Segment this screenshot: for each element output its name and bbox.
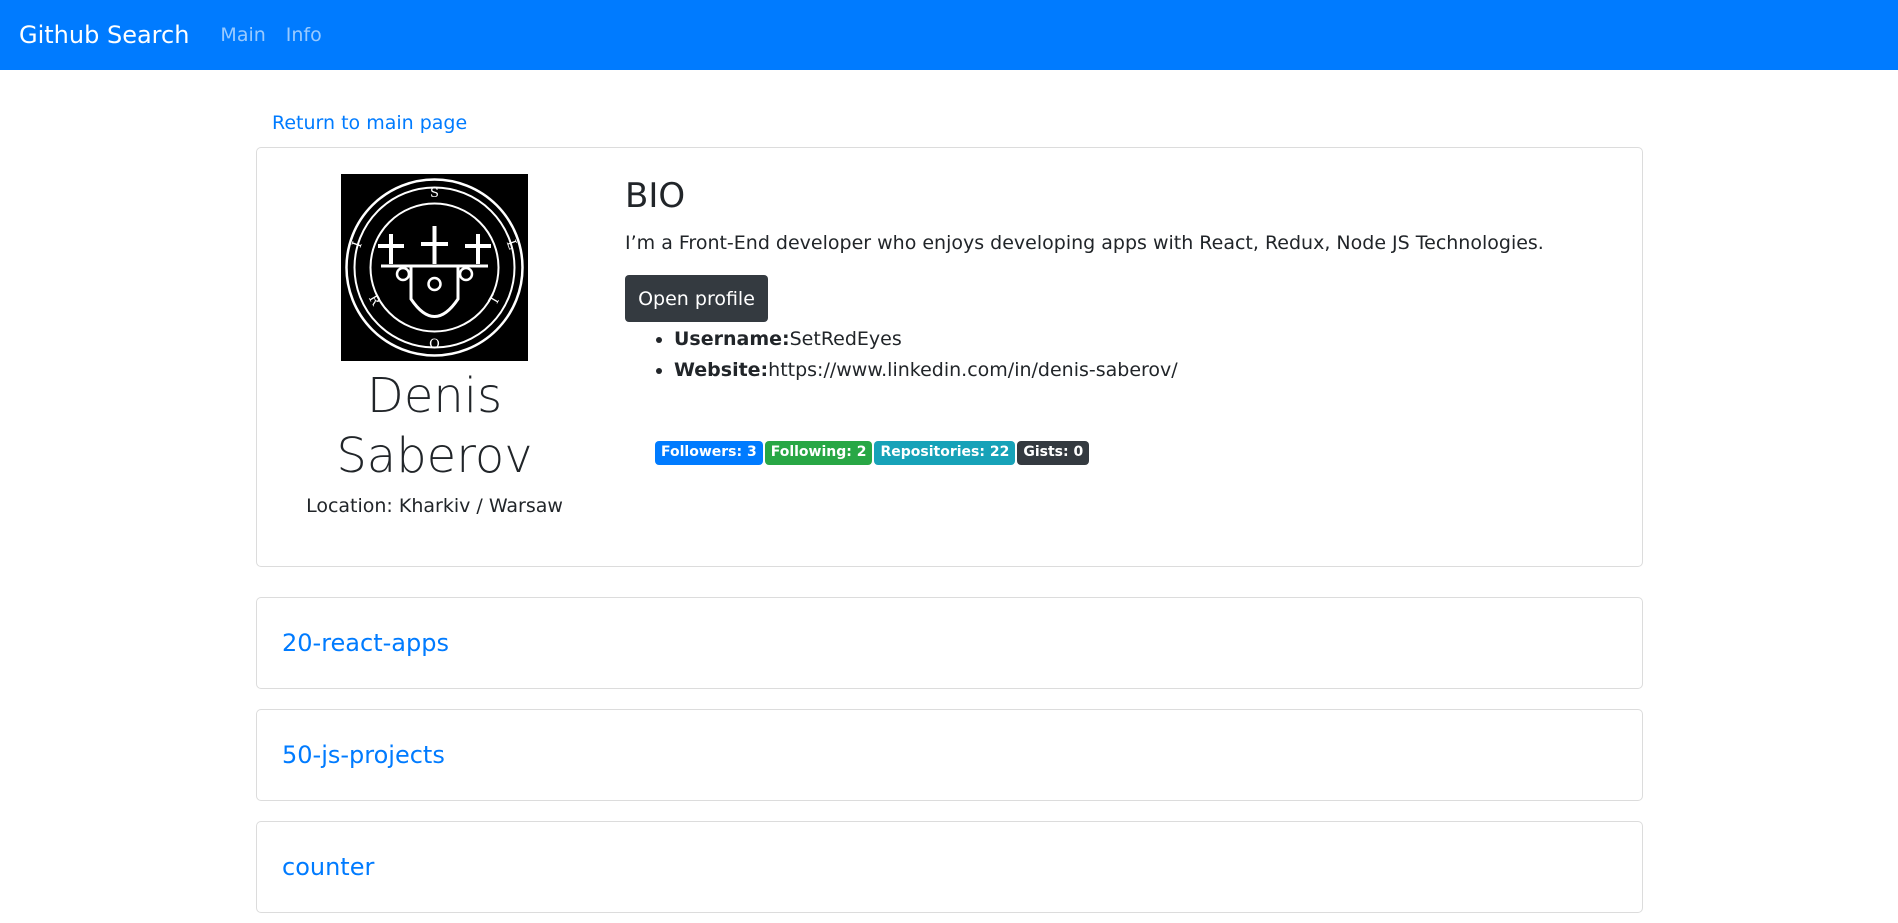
nav-link-info[interactable]: Info [286,24,322,46]
username-value: SetRedEyes [789,328,902,350]
username-label: Username: [674,328,790,350]
profile-name: Denis Saberov [336,368,533,484]
bio-text: I’m a Front-End developer who enjoys dev… [625,232,1544,254]
brand-link[interactable]: Github Search [19,21,189,49]
return-to-main-link[interactable]: Return to main page [272,112,467,134]
website-value: https://www.linkedin.com/in/denis-sabero… [768,359,1178,381]
repo-link-20-react-apps[interactable]: 20-react-apps [282,629,449,657]
sigil-avatar-icon: S R O T I L [341,174,528,361]
svg-text:S: S [430,186,439,201]
navbar: Github Search Main Info [0,0,1898,70]
repo-card: 50-js-projects [256,709,1643,801]
repo-card: counter [256,821,1643,913]
svg-text:O: O [429,337,440,352]
profile-info-list: Username:SetRedEyes Website:https://www.… [650,324,1178,386]
repo-card: 20-react-apps [256,597,1643,689]
avatar-image: S R O T I L [341,174,528,361]
followers-badge: Followers: 3 [655,441,763,465]
bio-heading: BIO [625,176,686,216]
repo-link-50-js-projects[interactable]: 50-js-projects [282,741,445,769]
profile-card: S R O T I L Denis Saberov Location: Khar… [256,147,1643,567]
nav-link-main[interactable]: Main [220,24,265,46]
repo-link-counter[interactable]: counter [282,853,374,881]
profile-location: Location: Kharkiv / Warsaw [306,495,563,517]
gists-badge: Gists: 0 [1017,441,1090,465]
username-item: Username:SetRedEyes [674,324,1178,355]
open-profile-button[interactable]: Open profile [625,275,768,322]
repositories-badge: Repositories: 22 [874,441,1016,465]
website-item: Website:https://www.linkedin.com/in/deni… [674,355,1178,386]
website-label: Website: [674,359,769,381]
stats-badges: Followers: 3 Following: 2 Repositories: … [655,441,1090,465]
following-badge: Following: 2 [764,441,873,465]
